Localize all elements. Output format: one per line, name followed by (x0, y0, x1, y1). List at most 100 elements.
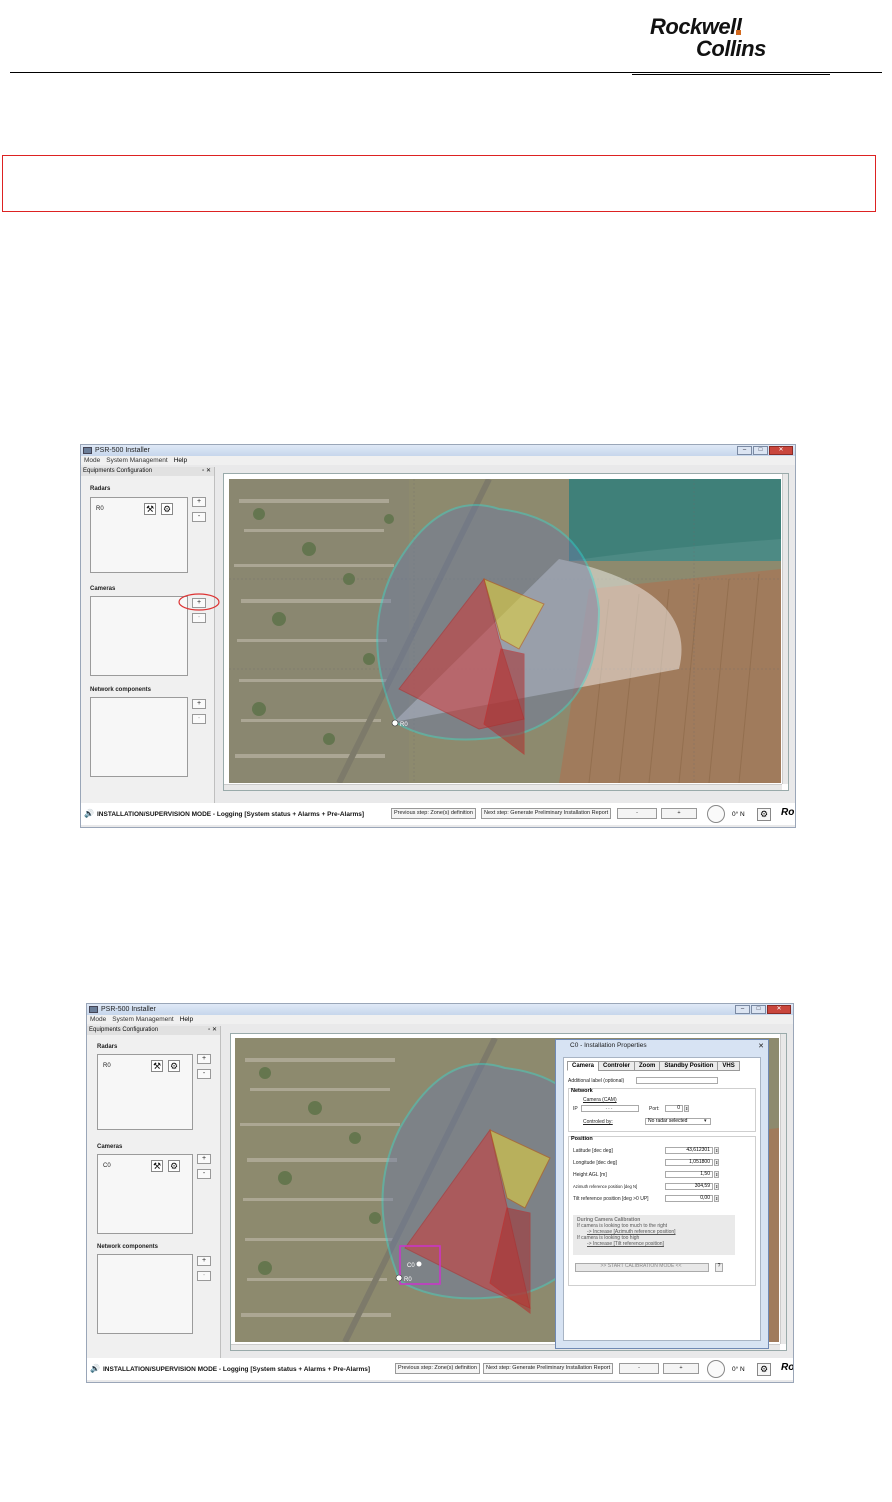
network-group: Network Camera (CAM) IP . . . Port: 0 ⇕ … (568, 1088, 756, 1132)
radar-marker[interactable] (395, 1274, 403, 1282)
tilt-spinner[interactable]: ⇕ (714, 1195, 719, 1202)
radar-item-r0[interactable]: R0 (96, 506, 104, 512)
gear-icon[interactable]: ⚙ (757, 808, 771, 821)
controlled-by-select[interactable]: No radar selected (645, 1118, 711, 1125)
next-step-button[interactable]: Next step: Generate Preliminary Installa… (481, 808, 612, 819)
start-calibration-button[interactable]: >> START CALIBRATION MODE << (575, 1263, 709, 1272)
add-radar-button[interactable]: + (192, 497, 206, 507)
menu-help[interactable]: Help (180, 1015, 193, 1024)
height-spinner[interactable]: ⇕ (714, 1171, 719, 1178)
map-vscroll[interactable] (782, 474, 788, 784)
status-bar: 🔊 INSTALLATION/SUPERVISION MODE - Loggin… (87, 1358, 793, 1380)
radars-list[interactable]: R0 ⚒ ⚙ (90, 497, 188, 573)
gear-icon[interactable]: ⚙ (757, 1363, 771, 1376)
radar-item-r0[interactable]: R0 (103, 1063, 111, 1069)
speaker-icon[interactable]: 🔊 (84, 809, 94, 818)
zoom-in-button[interactable]: + (663, 1363, 699, 1374)
port-input[interactable]: 0 (665, 1105, 683, 1112)
next-step-button[interactable]: Next step: Generate Preliminary Installa… (483, 1363, 614, 1374)
close-button[interactable]: ✕ (767, 1005, 791, 1014)
camera-settings-icon[interactable]: ⚙ (168, 1160, 180, 1172)
tab-vhs[interactable]: VHS (717, 1061, 740, 1071)
add-camera-button[interactable]: + (197, 1154, 211, 1164)
add-network-button[interactable]: + (197, 1256, 211, 1266)
zoom-in-button[interactable]: + (661, 808, 697, 819)
menu-bar: Mode System Management Help (81, 456, 795, 465)
latitude-spinner[interactable]: ⇕ (714, 1147, 719, 1154)
remove-network-button[interactable]: - (197, 1271, 211, 1281)
radar-map-label: R0 (400, 722, 408, 728)
chevron-down-icon[interactable]: ▾ (704, 1118, 707, 1124)
map-view[interactable]: R0 (223, 473, 789, 791)
window-title: PSR-500 Installer (101, 1006, 156, 1013)
minimize-button[interactable]: – (737, 446, 752, 455)
longitude-spinner[interactable]: ⇕ (714, 1159, 719, 1166)
additional-label-input[interactable] (636, 1077, 718, 1084)
close-button[interactable]: ✕ (769, 446, 793, 455)
add-radar-button[interactable]: + (197, 1054, 211, 1064)
radar-settings-icon[interactable]: ⚙ (161, 503, 173, 515)
compass-dial[interactable] (707, 805, 725, 823)
app-icon (89, 1006, 98, 1013)
calibration-line-4: -> Increase [Tilt reference position] (587, 1241, 664, 1247)
compass-dial[interactable] (707, 1360, 725, 1378)
radar-settings-icon[interactable]: ⚙ (168, 1060, 180, 1072)
panel-float-close-icon[interactable]: ▫ ✕ (202, 467, 211, 476)
satellite-map[interactable]: R0 (229, 479, 781, 783)
previous-step-button[interactable]: Previous step: Zone(s) definition (395, 1363, 480, 1374)
cameras-list[interactable]: C0 ⚒ ⚙ (97, 1154, 193, 1234)
tab-controler[interactable]: Controler (598, 1061, 636, 1071)
cameras-list[interactable] (90, 596, 188, 676)
longitude-input[interactable]: 1,051800 (665, 1159, 713, 1166)
network-list[interactable] (90, 697, 188, 777)
mode-status-text: INSTALLATION/SUPERVISION MODE - Logging … (97, 811, 365, 818)
map-vscroll[interactable] (780, 1034, 786, 1344)
ip-label: IP (573, 1106, 578, 1112)
cameras-label: Cameras (90, 586, 116, 592)
help-button[interactable]: ? (715, 1263, 723, 1272)
menu-help[interactable]: Help (174, 456, 187, 465)
menu-mode[interactable]: Mode (90, 1015, 106, 1024)
menu-mode[interactable]: Mode (84, 456, 100, 465)
azimuth-input[interactable]: 304,59 (665, 1183, 713, 1190)
remove-radar-button[interactable]: - (192, 512, 206, 522)
network-list[interactable] (97, 1254, 193, 1334)
map-hscroll[interactable] (224, 784, 782, 790)
latitude-input[interactable]: 43,612301 (665, 1147, 713, 1154)
camera-tools-icon[interactable]: ⚒ (151, 1160, 163, 1172)
radar-tools-icon[interactable]: ⚒ (144, 503, 156, 515)
camera-item-c0[interactable]: C0 (103, 1163, 111, 1169)
remove-radar-button[interactable]: - (197, 1069, 211, 1079)
maximize-button[interactable]: □ (751, 1005, 766, 1014)
speaker-icon[interactable]: 🔊 (90, 1364, 100, 1373)
previous-step-button[interactable]: Previous step: Zone(s) definition (391, 808, 476, 819)
panel-float-close-icon[interactable]: ▫ ✕ (208, 1026, 217, 1035)
zoom-out-button[interactable]: - (619, 1363, 659, 1374)
remove-camera-button[interactable]: - (197, 1169, 211, 1179)
port-spinner[interactable]: ⇕ (684, 1105, 689, 1112)
minimize-button[interactable]: – (735, 1005, 750, 1014)
installation-properties-dialog: C0 - Installation Properties ✕ Camera Co… (555, 1039, 769, 1349)
tab-zoom[interactable]: Zoom (634, 1061, 661, 1071)
maximize-button[interactable]: □ (753, 446, 768, 455)
dialog-close-icon[interactable]: ✕ (758, 1041, 764, 1052)
azimuth-spinner[interactable]: ⇕ (714, 1183, 719, 1190)
tilt-input[interactable]: 0,00 (665, 1195, 713, 1202)
radar-tools-icon[interactable]: ⚒ (151, 1060, 163, 1072)
header-rule (10, 72, 882, 73)
radars-list[interactable]: R0 ⚒ ⚙ (97, 1054, 193, 1130)
height-input[interactable]: 1,50 (665, 1171, 713, 1178)
menu-system-management[interactable]: System Management (112, 1015, 173, 1024)
radar-marker[interactable] (391, 719, 399, 727)
remove-network-button[interactable]: - (192, 714, 206, 724)
brand-fragment: Ro (781, 807, 795, 818)
camera-cam-link[interactable]: Camera (CAM) (583, 1097, 617, 1103)
zoom-out-button[interactable]: - (617, 808, 657, 819)
camera-marker[interactable] (416, 1261, 422, 1267)
ip-input[interactable]: . . . (581, 1105, 639, 1112)
menu-system-management[interactable]: System Management (106, 456, 167, 465)
tab-camera[interactable]: Camera (567, 1061, 600, 1071)
remove-camera-button[interactable]: - (192, 613, 206, 623)
add-network-button[interactable]: + (192, 699, 206, 709)
tab-standby-position[interactable]: Standby Position (659, 1061, 719, 1071)
